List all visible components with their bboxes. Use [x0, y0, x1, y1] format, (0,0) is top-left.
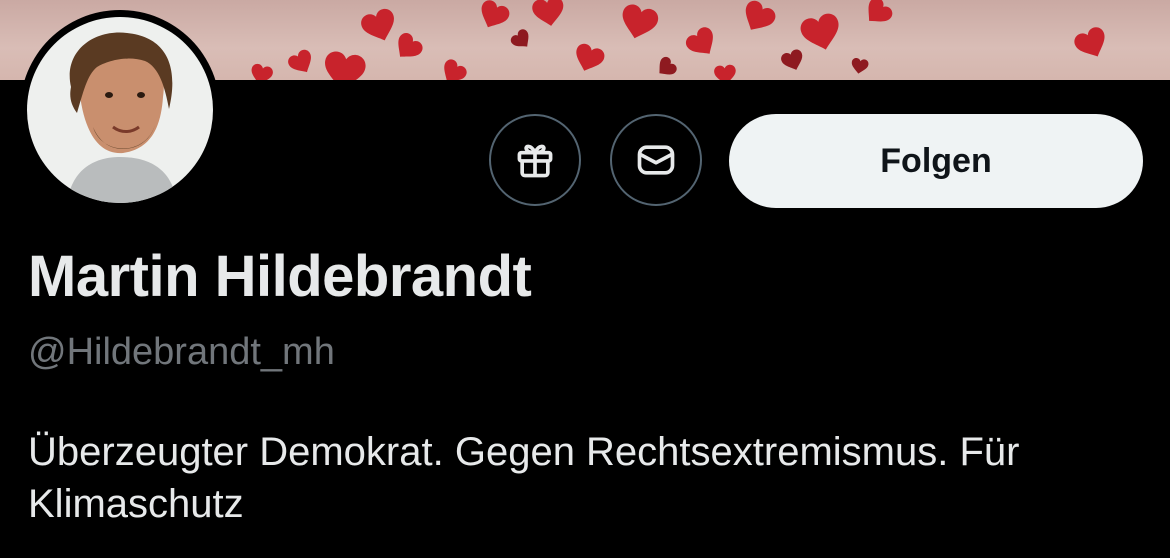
profile-bio: Überzeugter Demokrat. Gegen Rechtsextrem… [28, 430, 1020, 526]
follow-button[interactable]: Folgen [729, 114, 1143, 208]
display-name: Martin Hildebrandt [28, 244, 532, 309]
profile-avatar[interactable] [20, 10, 220, 210]
gift-button[interactable] [489, 114, 581, 206]
user-handle: @Hildebrandt_mh [28, 331, 335, 373]
message-button[interactable] [610, 114, 702, 206]
avatar-photo [27, 17, 213, 203]
gift-icon [517, 144, 553, 178]
envelope-icon [637, 145, 675, 175]
